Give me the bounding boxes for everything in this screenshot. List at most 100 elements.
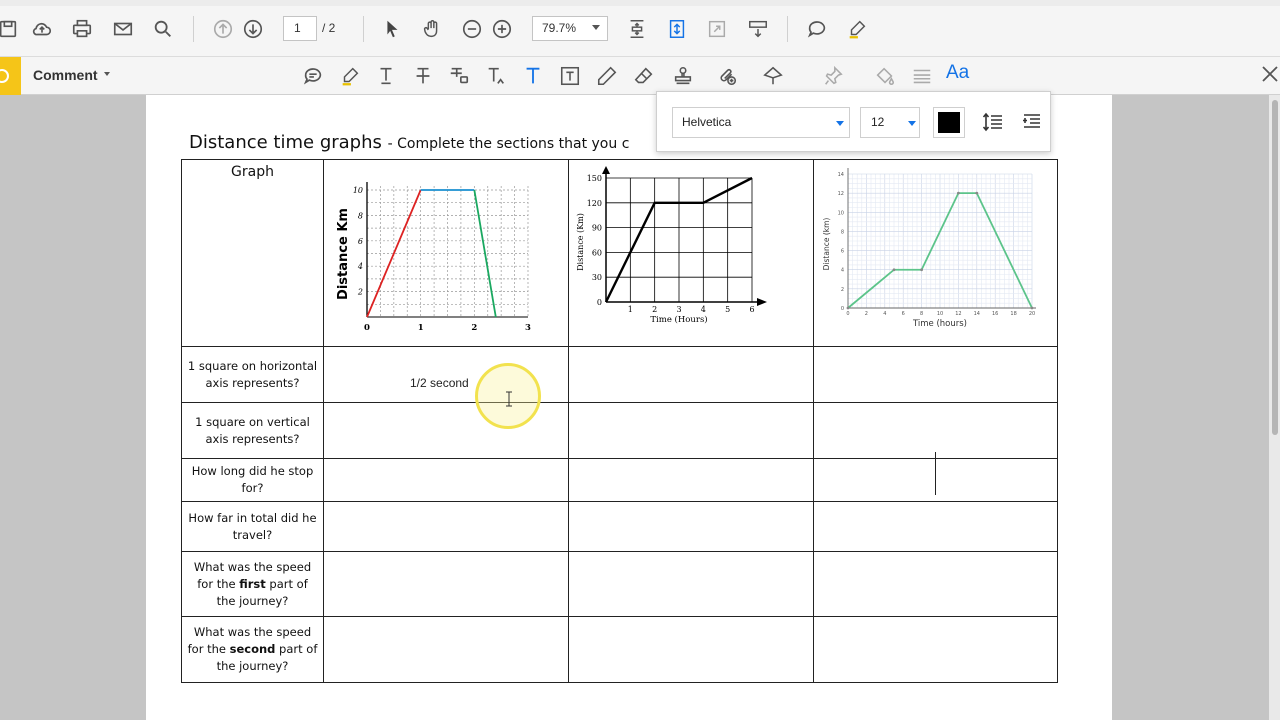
answer-cell[interactable] xyxy=(568,616,814,683)
answer-cell[interactable] xyxy=(323,616,569,683)
table-row: 1 square on vertical axis represents? xyxy=(181,402,1058,459)
chevron-down-icon[interactable] xyxy=(592,25,600,30)
read-mode-icon[interactable] xyxy=(746,17,770,41)
main-toolbar: 1 / 2 79.7% xyxy=(0,0,1280,57)
table-row: How long did he stop for? xyxy=(181,458,1058,502)
fill-color-icon[interactable] xyxy=(872,63,898,89)
x-tick-label: 5 xyxy=(725,305,730,314)
table-row: How far in total did he travel? xyxy=(181,501,1058,552)
table-row: What was the speed for the first part of… xyxy=(181,551,1058,617)
scrolling-mode-icon[interactable] xyxy=(665,17,689,41)
answer-cell[interactable] xyxy=(813,501,1058,552)
paragraph-spacing-icon[interactable] xyxy=(1021,111,1043,133)
comment-tool-badge[interactable] xyxy=(0,57,21,95)
x-tick-label: 16 xyxy=(992,311,998,317)
highlight-pen-icon[interactable] xyxy=(845,17,869,41)
answer-cell[interactable] xyxy=(568,501,814,552)
cloud-upload-icon[interactable] xyxy=(30,17,54,41)
typed-text-annotation[interactable]: 1/2 second xyxy=(410,376,469,390)
answer-cell[interactable] xyxy=(323,458,569,502)
x-tick-label: 3 xyxy=(525,323,531,333)
comment-menu-label[interactable]: Comment xyxy=(33,67,98,83)
x-tick-label: 8 xyxy=(920,311,923,317)
zoom-in-icon[interactable] xyxy=(490,17,514,41)
select-cursor-icon[interactable] xyxy=(380,17,404,41)
answer-cell[interactable] xyxy=(568,458,814,502)
eraser-icon[interactable] xyxy=(631,63,657,89)
y-axis-label: Distance Km xyxy=(336,208,351,300)
row-label: What was the speed for the first part of… xyxy=(181,551,324,617)
label-emphasis: first xyxy=(239,576,266,591)
pin-icon[interactable] xyxy=(820,63,846,89)
x-tick-label: 2 xyxy=(471,323,477,333)
text-box-icon[interactable] xyxy=(557,63,583,89)
add-text-icon[interactable] xyxy=(520,63,546,89)
comment-bubble-icon[interactable] xyxy=(805,17,829,41)
row-label: How far in total did he travel? xyxy=(181,501,324,552)
sticky-note-icon[interactable] xyxy=(300,63,326,89)
title-text: Distance time graphs xyxy=(189,132,382,153)
y-tick-label: 90 xyxy=(592,224,602,233)
text-color-swatch[interactable] xyxy=(933,107,965,138)
table-row: 1 square on horizontal axis represents? xyxy=(181,346,1058,403)
close-icon[interactable] xyxy=(1259,63,1280,85)
search-icon[interactable] xyxy=(151,17,175,41)
stamp-icon[interactable] xyxy=(670,63,696,89)
graph-cell-2: 150 120 90 60 30 0 1 2 3 4 5 6 Time (Hours) Distance … xyxy=(568,159,814,347)
insert-text-icon[interactable] xyxy=(483,63,509,89)
chevron-down-icon[interactable] xyxy=(836,121,844,126)
answer-cell[interactable] xyxy=(813,616,1058,683)
y-tick-label: 12 xyxy=(838,191,844,197)
fit-page-icon[interactable] xyxy=(625,17,649,41)
answer-cell[interactable] xyxy=(568,346,814,403)
line-style-icon[interactable] xyxy=(909,63,935,89)
font-family-select[interactable]: Helvetica xyxy=(672,107,850,138)
answer-cell[interactable] xyxy=(568,402,814,459)
x-tick-label: 18 xyxy=(1010,311,1016,317)
y-tick-label: 14 xyxy=(838,172,844,178)
text-properties-panel: Helvetica 12 xyxy=(656,91,1051,152)
row-label: 1 square on vertical axis represents? xyxy=(181,402,324,459)
hand-tool-icon[interactable] xyxy=(420,17,444,41)
email-icon[interactable] xyxy=(111,17,135,41)
y-tick-label: 6 xyxy=(841,249,844,255)
data-point xyxy=(892,268,896,272)
x-tick-label: 12 xyxy=(955,311,961,317)
y-axis-label: Distance (Km) xyxy=(576,213,585,271)
answer-cell[interactable] xyxy=(813,402,1058,459)
previous-page-icon[interactable] xyxy=(211,17,235,41)
answer-cell[interactable] xyxy=(568,551,814,617)
y-tick-label: 10 xyxy=(353,186,363,195)
cell-divider xyxy=(935,452,936,495)
answer-cell[interactable] xyxy=(323,551,569,617)
x-axis-label: Time (hours) xyxy=(912,319,967,329)
chevron-down-icon[interactable] xyxy=(908,121,916,126)
next-page-icon[interactable] xyxy=(241,17,265,41)
y-tick-label: 0 xyxy=(597,298,602,307)
data-point xyxy=(975,191,979,195)
underline-text-icon[interactable] xyxy=(373,63,399,89)
full-screen-icon[interactable] xyxy=(705,17,729,41)
answer-cell[interactable] xyxy=(813,551,1058,617)
chevron-down-icon[interactable] xyxy=(104,72,110,76)
x-axis-arrow xyxy=(757,298,767,306)
attach-file-icon[interactable] xyxy=(714,63,740,89)
answer-cell[interactable] xyxy=(813,346,1058,403)
x-tick-label: 2 xyxy=(865,311,868,317)
answer-cell[interactable] xyxy=(323,501,569,552)
replace-text-icon[interactable] xyxy=(446,63,472,89)
shapes-icon[interactable] xyxy=(760,63,786,89)
row-label: 1 square on horizontal axis represents? xyxy=(181,346,324,403)
save-icon[interactable] xyxy=(0,17,20,41)
zoom-out-icon[interactable] xyxy=(460,17,484,41)
pencil-icon[interactable] xyxy=(594,63,620,89)
text-properties-button[interactable]: Aa xyxy=(946,62,969,84)
print-icon[interactable] xyxy=(70,17,94,41)
line-spacing-icon[interactable] xyxy=(982,111,1004,133)
x-tick-label: 3 xyxy=(676,305,681,314)
scrollbar-thumb[interactable] xyxy=(1272,100,1278,435)
page-number-input[interactable]: 1 xyxy=(283,16,317,41)
y-tick-label: 120 xyxy=(587,199,602,208)
strikethrough-text-icon[interactable] xyxy=(410,63,436,89)
highlight-text-icon[interactable] xyxy=(337,63,363,89)
